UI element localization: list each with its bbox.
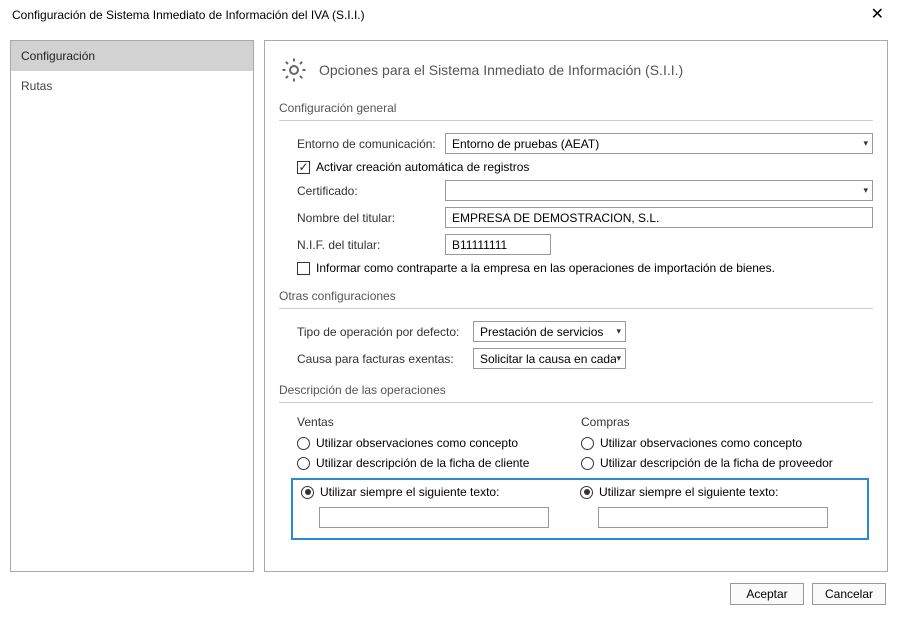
col-purchases: Compras Utilizar observaciones como conc… (581, 415, 865, 476)
select-cert[interactable]: ▾ (445, 180, 873, 201)
label-op-type: Tipo de operación por defecto: (297, 325, 473, 339)
radio-label: Utilizar observaciones como concepto (316, 436, 518, 450)
radio-label: Utilizar observaciones como concepto (600, 436, 802, 450)
input-holder-nif[interactable]: B11111111 (445, 234, 551, 255)
row-exempt-cause: Causa para facturas exentas: Solicitar l… (279, 348, 873, 369)
label-auto-create: Activar creación automática de registros (316, 160, 529, 174)
radio-sales-ficha[interactable]: Utilizar descripción de la ficha de clie… (297, 456, 581, 470)
label-holder-nif: N.I.F. del titular: (297, 238, 445, 252)
row-inform-counterpart: Informar como contraparte a la empresa e… (279, 261, 873, 275)
input-holder-name[interactable]: EMPRESA DE DEMOSTRACION, S.L. (445, 207, 873, 228)
select-op-type-value: Prestación de servicios (480, 325, 603, 339)
row-auto-create: ✓ Activar creación automática de registr… (279, 160, 873, 174)
radio-icon (297, 457, 310, 470)
section-heading-other: Otras configuraciones (279, 289, 873, 309)
row-holder-nif: N.I.F. del titular: B11111111 (279, 234, 873, 255)
row-holder-name: Nombre del titular: EMPRESA DE DEMOSTRAC… (279, 207, 873, 228)
radio-label: Utilizar descripción de la ficha de prov… (600, 456, 833, 470)
accept-button[interactable]: Aceptar (730, 583, 804, 605)
select-env[interactable]: Entorno de pruebas (AEAT) ▾ (445, 133, 873, 154)
section-heading-general: Configuración general (279, 101, 873, 121)
bottom-bar: Aceptar Cancelar (0, 580, 898, 608)
row-op-type: Tipo de operación por defecto: Prestació… (279, 321, 873, 342)
row-cert: Certificado: ▾ (279, 180, 873, 201)
panel-header: Opciones para el Sistema Inmediato de In… (279, 55, 873, 85)
checkbox-auto-create[interactable]: ✓ (297, 161, 310, 174)
section-heading-desc: Descripción de las operaciones (279, 383, 873, 403)
gear-icon (279, 55, 309, 85)
radio-icon (581, 457, 594, 470)
heading-purchases: Compras (581, 415, 865, 429)
radio-icon (301, 486, 314, 499)
cancel-button[interactable]: Cancelar (812, 583, 886, 605)
sidebar: Configuración Rutas (10, 40, 254, 572)
label-inform-counterpart: Informar como contraparte a la empresa e… (316, 261, 775, 275)
label-cert: Certificado: (297, 184, 445, 198)
radio-label: Utilizar siempre el siguiente texto: (599, 485, 778, 499)
radio-sales-text[interactable]: Utilizar siempre el siguiente texto: (301, 485, 580, 499)
sidebar-item-label: Configuración (21, 49, 95, 63)
sidebar-item-rutas[interactable]: Rutas (11, 71, 253, 101)
col-sales: Ventas Utilizar observaciones como conce… (297, 415, 581, 476)
titlebar: Configuración de Sistema Inmediato de In… (0, 0, 898, 30)
chevron-down-icon: ▾ (863, 185, 868, 196)
heading-sales: Ventas (297, 415, 581, 429)
select-env-value: Entorno de pruebas (AEAT) (452, 137, 599, 151)
label-holder-name: Nombre del titular: (297, 211, 445, 225)
main-panel: Opciones para el Sistema Inmediato de In… (264, 40, 888, 572)
chevron-down-icon: ▾ (616, 353, 621, 364)
sidebar-item-configuracion[interactable]: Configuración (11, 41, 253, 71)
radio-icon (297, 437, 310, 450)
radio-purchases-ficha[interactable]: Utilizar descripción de la ficha de prov… (581, 456, 865, 470)
label-exempt-cause: Causa para facturas exentas: (297, 352, 473, 366)
desc-columns: Ventas Utilizar observaciones como conce… (279, 415, 873, 476)
chevron-down-icon: ▾ (616, 326, 621, 337)
input-holder-nif-value: B11111111 (452, 238, 507, 252)
input-holder-name-value: EMPRESA DE DEMOSTRACION, S.L. (452, 211, 659, 225)
row-env: Entorno de comunicación: Entorno de prue… (279, 133, 873, 154)
radio-purchases-obs[interactable]: Utilizar observaciones como concepto (581, 436, 865, 450)
input-sales-text[interactable] (319, 507, 549, 528)
content-area: Configuración Rutas Opciones para el Sis… (0, 30, 898, 580)
radio-purchases-text[interactable]: Utilizar siempre el siguiente texto: (580, 485, 859, 499)
panel-title: Opciones para el Sistema Inmediato de In… (319, 62, 683, 78)
sidebar-item-label: Rutas (21, 79, 52, 93)
radio-label: Utilizar siempre el siguiente texto: (320, 485, 499, 499)
input-purchases-text[interactable] (598, 507, 828, 528)
radio-sales-obs[interactable]: Utilizar observaciones como concepto (297, 436, 581, 450)
chevron-down-icon: ▾ (863, 138, 868, 149)
check-icon: ✓ (298, 161, 308, 173)
select-exempt-cause-value: Solicitar la causa en cada (480, 352, 616, 366)
col-purchases-text: Utilizar siempre el siguiente texto: (580, 485, 859, 528)
select-op-type[interactable]: Prestación de servicios ▾ (473, 321, 626, 342)
label-env: Entorno de comunicación: (297, 137, 445, 151)
radio-icon (580, 486, 593, 499)
select-exempt-cause[interactable]: Solicitar la causa en cada ▾ (473, 348, 626, 369)
close-icon[interactable]: ✕ (867, 7, 888, 23)
selected-text-box: Utilizar siempre el siguiente texto: Uti… (291, 478, 869, 540)
radio-label: Utilizar descripción de la ficha de clie… (316, 456, 529, 470)
col-sales-text: Utilizar siempre el siguiente texto: (301, 485, 580, 528)
radio-icon (581, 437, 594, 450)
window-title: Configuración de Sistema Inmediato de In… (12, 8, 365, 22)
checkbox-inform-counterpart[interactable] (297, 262, 310, 275)
